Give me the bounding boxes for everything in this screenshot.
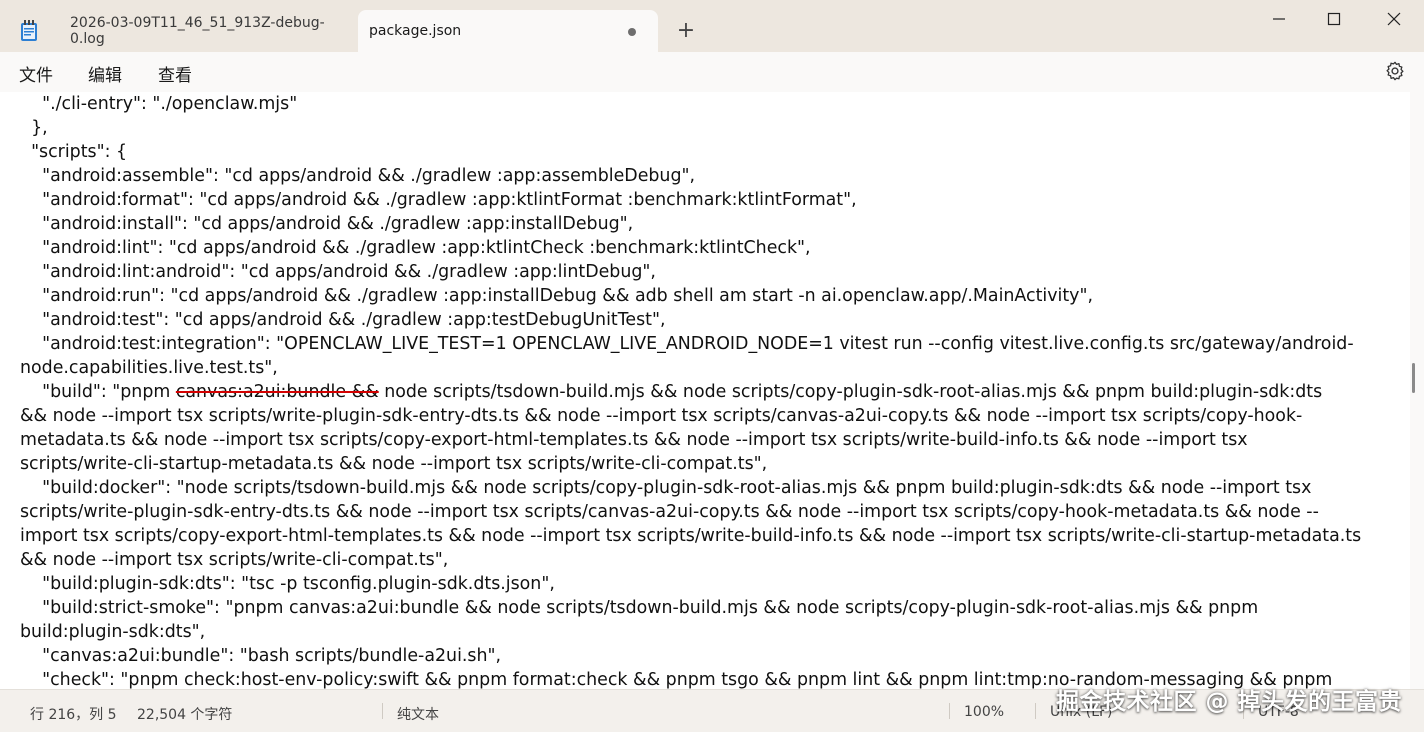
editor-line[interactable]: }, [20,116,1402,140]
editor-line[interactable]: "android:run": "cd apps/android && ./gra… [20,284,1402,308]
editor-line[interactable]: "android:format": "cd apps/android && ./… [20,188,1402,212]
build-prefix: "build": "pnpm [20,382,176,402]
divider [1035,703,1036,719]
tab-debug-log[interactable]: 2026-03-09T11_46_51_913Z-debug-0.log [58,10,358,52]
scrollbar-thumb[interactable] [1412,363,1415,393]
tab-label: package.json [369,23,462,39]
editor-line[interactable]: "build:strict-smoke": "pnpm canvas:a2ui:… [20,596,1402,620]
close-icon [1387,12,1401,26]
editor-line[interactable]: "build:docker": "node scripts/tsdown-bui… [20,476,1402,500]
editor-content[interactable]: "./cli-entry": "./openclaw.mjs" }, "scri… [20,92,1402,689]
cursor-position: 行 216，列 5 [30,707,117,723]
new-tab-button[interactable]: + [674,18,698,44]
minimize-button[interactable] [1256,6,1302,30]
editor-line[interactable]: "android:lint:android": "cd apps/android… [20,260,1402,284]
divider [949,703,950,719]
editor-line[interactable]: build:plugin-sdk:dts", [20,620,1402,644]
text-editor[interactable]: "./cli-entry": "./openclaw.mjs" }, "scri… [0,92,1410,689]
editor-line[interactable]: metadata.ts && node --import tsx scripts… [20,428,1402,452]
menu-file[interactable]: 文件 [19,61,53,86]
editor-line[interactable]: "android:assemble": "cd apps/android && … [20,164,1402,188]
unsaved-dot-icon[interactable] [628,28,636,36]
editor-line[interactable]: "scripts": { [20,140,1402,164]
editor-line[interactable]: "build": "pnpm canvas:a2ui:bundle && nod… [20,380,1402,404]
editor-line[interactable]: node.capabilities.live.test.ts", [20,356,1402,380]
tab-package-json[interactable]: package.json [358,10,658,52]
editor-line[interactable]: && node --import tsx scripts/write-cli-c… [20,548,1402,572]
zoom-level[interactable]: 100% [964,704,1004,720]
editor-line[interactable]: "android:lint": "cd apps/android && ./gr… [20,236,1402,260]
minimize-icon [1273,18,1285,20]
gear-icon[interactable] [1384,60,1406,82]
editor-line[interactable]: import tsx scripts/copy-export-html-temp… [20,524,1402,548]
maximize-icon [1327,12,1341,26]
menu-bar: 文件 编辑 查看 [0,52,1424,93]
tab-label: 2026-03-09T11_46_51_913Z-debug-0.log [70,15,325,47]
watermark: 掘金技术社区 @ 掉头发的王富贵 [1055,689,1402,715]
character-count: 22,504 个字符 [137,707,233,723]
editor-line[interactable]: scripts/write-cli-startup-metadata.ts &&… [20,452,1402,476]
notepad-icon [21,20,37,41]
text-format: 纯文本 [397,707,439,723]
build-suffix: node scripts/tsdown-build.mjs && node sc… [378,382,1323,402]
maximize-button[interactable] [1311,6,1357,30]
editor-line[interactable]: scripts/write-plugin-sdk-entry-dts.ts &&… [20,500,1402,524]
close-button[interactable] [1371,6,1417,30]
menu-edit[interactable]: 编辑 [88,61,122,86]
editor-line[interactable]: "./cli-entry": "./openclaw.mjs" [20,92,1402,116]
editor-line[interactable]: "android:test": "cd apps/android && ./gr… [20,308,1402,332]
divider [382,703,383,719]
editor-line[interactable]: "canvas:a2ui:bundle": "bash scripts/bund… [20,644,1402,668]
editor-line[interactable]: "android:test:integration": "OPENCLAW_LI… [20,332,1402,356]
menu-view[interactable]: 查看 [158,61,192,86]
title-bar: 2026-03-09T11_46_51_913Z-debug-0.log pac… [0,0,1424,52]
editor-line[interactable]: "android:install": "cd apps/android && .… [20,212,1402,236]
editor-line[interactable]: "build:plugin-sdk:dts": "tsc -p tsconfig… [20,572,1402,596]
editor-line[interactable]: && node --import tsx scripts/write-plugi… [20,404,1402,428]
struck-text: canvas:a2ui:bundle && [175,382,379,402]
